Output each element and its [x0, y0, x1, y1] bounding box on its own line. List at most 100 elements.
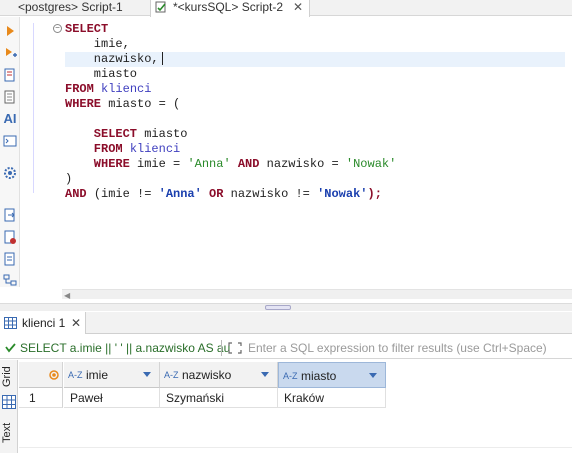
ai-icon[interactable]: AI [2, 111, 18, 127]
code-token: nazwisko != [230, 187, 318, 201]
code-token: FROM [65, 142, 130, 156]
code-line[interactable]: WHERE miasto = ( [65, 97, 565, 112]
editor-gutter [33, 23, 34, 193]
close-icon[interactable]: ✕ [71, 312, 81, 334]
code-line[interactable]: SELECT miasto [65, 127, 565, 142]
sql-editor[interactable]: − SELECT imie, nazwisko, miasto FROM klie… [21, 17, 572, 287]
splitter-handle[interactable] [265, 305, 291, 310]
tab-script-1[interactable]: <postgres> Script-1 [0, 0, 148, 16]
results-tab-bar: klienci 1 ✕ [0, 312, 572, 334]
text-type-icon: A-Z [164, 370, 179, 380]
sql-query-icon [5, 343, 16, 353]
code-token: 'Anna' [158, 187, 202, 201]
console-icon[interactable] [2, 133, 18, 149]
code-token: SELECT [65, 127, 145, 141]
code-token: nazwisko = [266, 157, 346, 171]
tab-grid[interactable]: Grid [1, 364, 17, 390]
code-line[interactable] [65, 112, 565, 127]
fold-icon[interactable]: − [53, 24, 62, 33]
scroll-left-icon[interactable]: ◀ [64, 291, 70, 300]
editor-toolbar: AI [0, 17, 20, 287]
code-token: AND [65, 187, 94, 201]
load-plan-icon[interactable] [2, 89, 18, 105]
code-token: WHERE [65, 97, 109, 111]
table-cell[interactable]: Kraków [278, 388, 386, 408]
tab-script-2[interactable]: *<kursSQL> Script-2 ✕ [150, 0, 310, 17]
code-token: ); [367, 187, 382, 201]
code-token: miasto [144, 127, 188, 141]
table-icon [4, 317, 17, 329]
tab-results-klienci[interactable]: klienci 1 ✕ [0, 312, 86, 334]
settings-icon[interactable] [2, 165, 18, 181]
code-token: AND [230, 157, 267, 171]
code-line[interactable]: nazwisko, [65, 52, 565, 67]
code-token: (imie != [93, 187, 159, 201]
code-line[interactable]: FROM klienci [65, 142, 565, 157]
code-token: FROM [65, 82, 102, 96]
code-line[interactable]: miasto [65, 67, 565, 82]
column-name: imie [86, 368, 109, 382]
code-line[interactable]: ) [65, 172, 565, 187]
filter-bar: SELECT a.imie || ' ' || a.nazwisko AS au… [0, 337, 572, 359]
expand-icon[interactable] [228, 342, 242, 354]
row-number-header[interactable] [19, 362, 63, 388]
code-token: 'Nowak' [345, 157, 397, 171]
column-name: miasto [301, 369, 337, 383]
sort-arrow-icon[interactable] [369, 373, 377, 378]
code-line[interactable]: WHERE imie = 'Anna' AND nazwisko = 'Nowa… [65, 157, 565, 172]
table-cell[interactable]: Paweł [64, 388, 160, 408]
code-token: klienci [101, 82, 152, 96]
import-icon[interactable] [2, 229, 18, 245]
filter-input[interactable]: Enter a SQL expression to filter results… [248, 341, 547, 355]
code-token: 'Anna' [187, 157, 231, 171]
column-name: nazwisko [182, 368, 232, 382]
sql-code[interactable]: − SELECT imie, nazwisko, miasto FROM klie… [53, 22, 565, 202]
results-grid: A-Z imie A-Z nazwisko A-Z miasto 1 Paweł Szymańs… [19, 362, 572, 453]
code-token: WHERE [65, 157, 138, 171]
code-token: ) [65, 172, 73, 186]
editor-tab-bar: <postgres> Script-1 *<kursSQL> Script-2 … [0, 0, 572, 17]
results-tab-label: klienci 1 [22, 316, 66, 330]
editor-horizontal-scrollbar[interactable]: ◀ [62, 289, 572, 300]
tab-label: <postgres> Script-1 [18, 0, 123, 14]
row-number[interactable]: 1 [19, 388, 63, 408]
text-type-icon: A-Z [68, 370, 83, 380]
sort-arrow-icon[interactable] [261, 372, 269, 377]
code-token: 'Nowak' [317, 187, 368, 201]
explain-icon[interactable] [2, 67, 18, 83]
outline-icon[interactable] [2, 273, 18, 289]
export-icon[interactable] [2, 207, 18, 223]
tab-text[interactable]: Text [1, 420, 17, 446]
code-line[interactable]: SELECT [65, 22, 565, 37]
empty-row [19, 448, 572, 453]
script-icon [155, 1, 166, 13]
text-caret [161, 52, 163, 66]
code-token: imie, [65, 37, 130, 51]
run-icon[interactable] [2, 23, 18, 39]
column-header-nazwisko[interactable]: A-Z nazwisko [160, 362, 278, 388]
divider [221, 340, 222, 356]
close-icon[interactable]: ✕ [293, 0, 303, 14]
grid-view-icon[interactable] [2, 395, 16, 409]
filter-query-text: SELECT a.imie || ' ' || a.nazwisko AS au [20, 341, 231, 355]
code-line[interactable]: FROM klienci [65, 82, 565, 97]
table-cell[interactable]: Szymański [160, 388, 278, 408]
record-icon[interactable] [49, 370, 59, 380]
code-token: klienci [129, 142, 181, 156]
column-header-imie[interactable]: A-Z imie [64, 362, 160, 388]
app-window: <postgres> Script-1 *<kursSQL> Script-2 … [0, 0, 572, 453]
script-icon[interactable] [2, 251, 18, 267]
run-script-icon[interactable] [2, 45, 18, 61]
sort-arrow-icon[interactable] [143, 372, 151, 377]
tab-label: *<kursSQL> Script-2 [173, 0, 284, 14]
code-token: OR [201, 187, 231, 201]
code-line[interactable]: imie, [65, 37, 565, 52]
code-line[interactable]: AND (imie != 'Anna' OR nazwisko != 'Nowa… [65, 187, 565, 202]
column-header-miasto[interactable]: A-Z miasto [278, 362, 386, 388]
code-token: miasto [65, 67, 138, 81]
text-type-icon: A-Z [283, 371, 298, 381]
code-token: imie = [137, 157, 188, 171]
empty-row [19, 428, 572, 448]
code-token: SELECT [65, 22, 109, 36]
panel-splitter[interactable] [0, 303, 572, 311]
